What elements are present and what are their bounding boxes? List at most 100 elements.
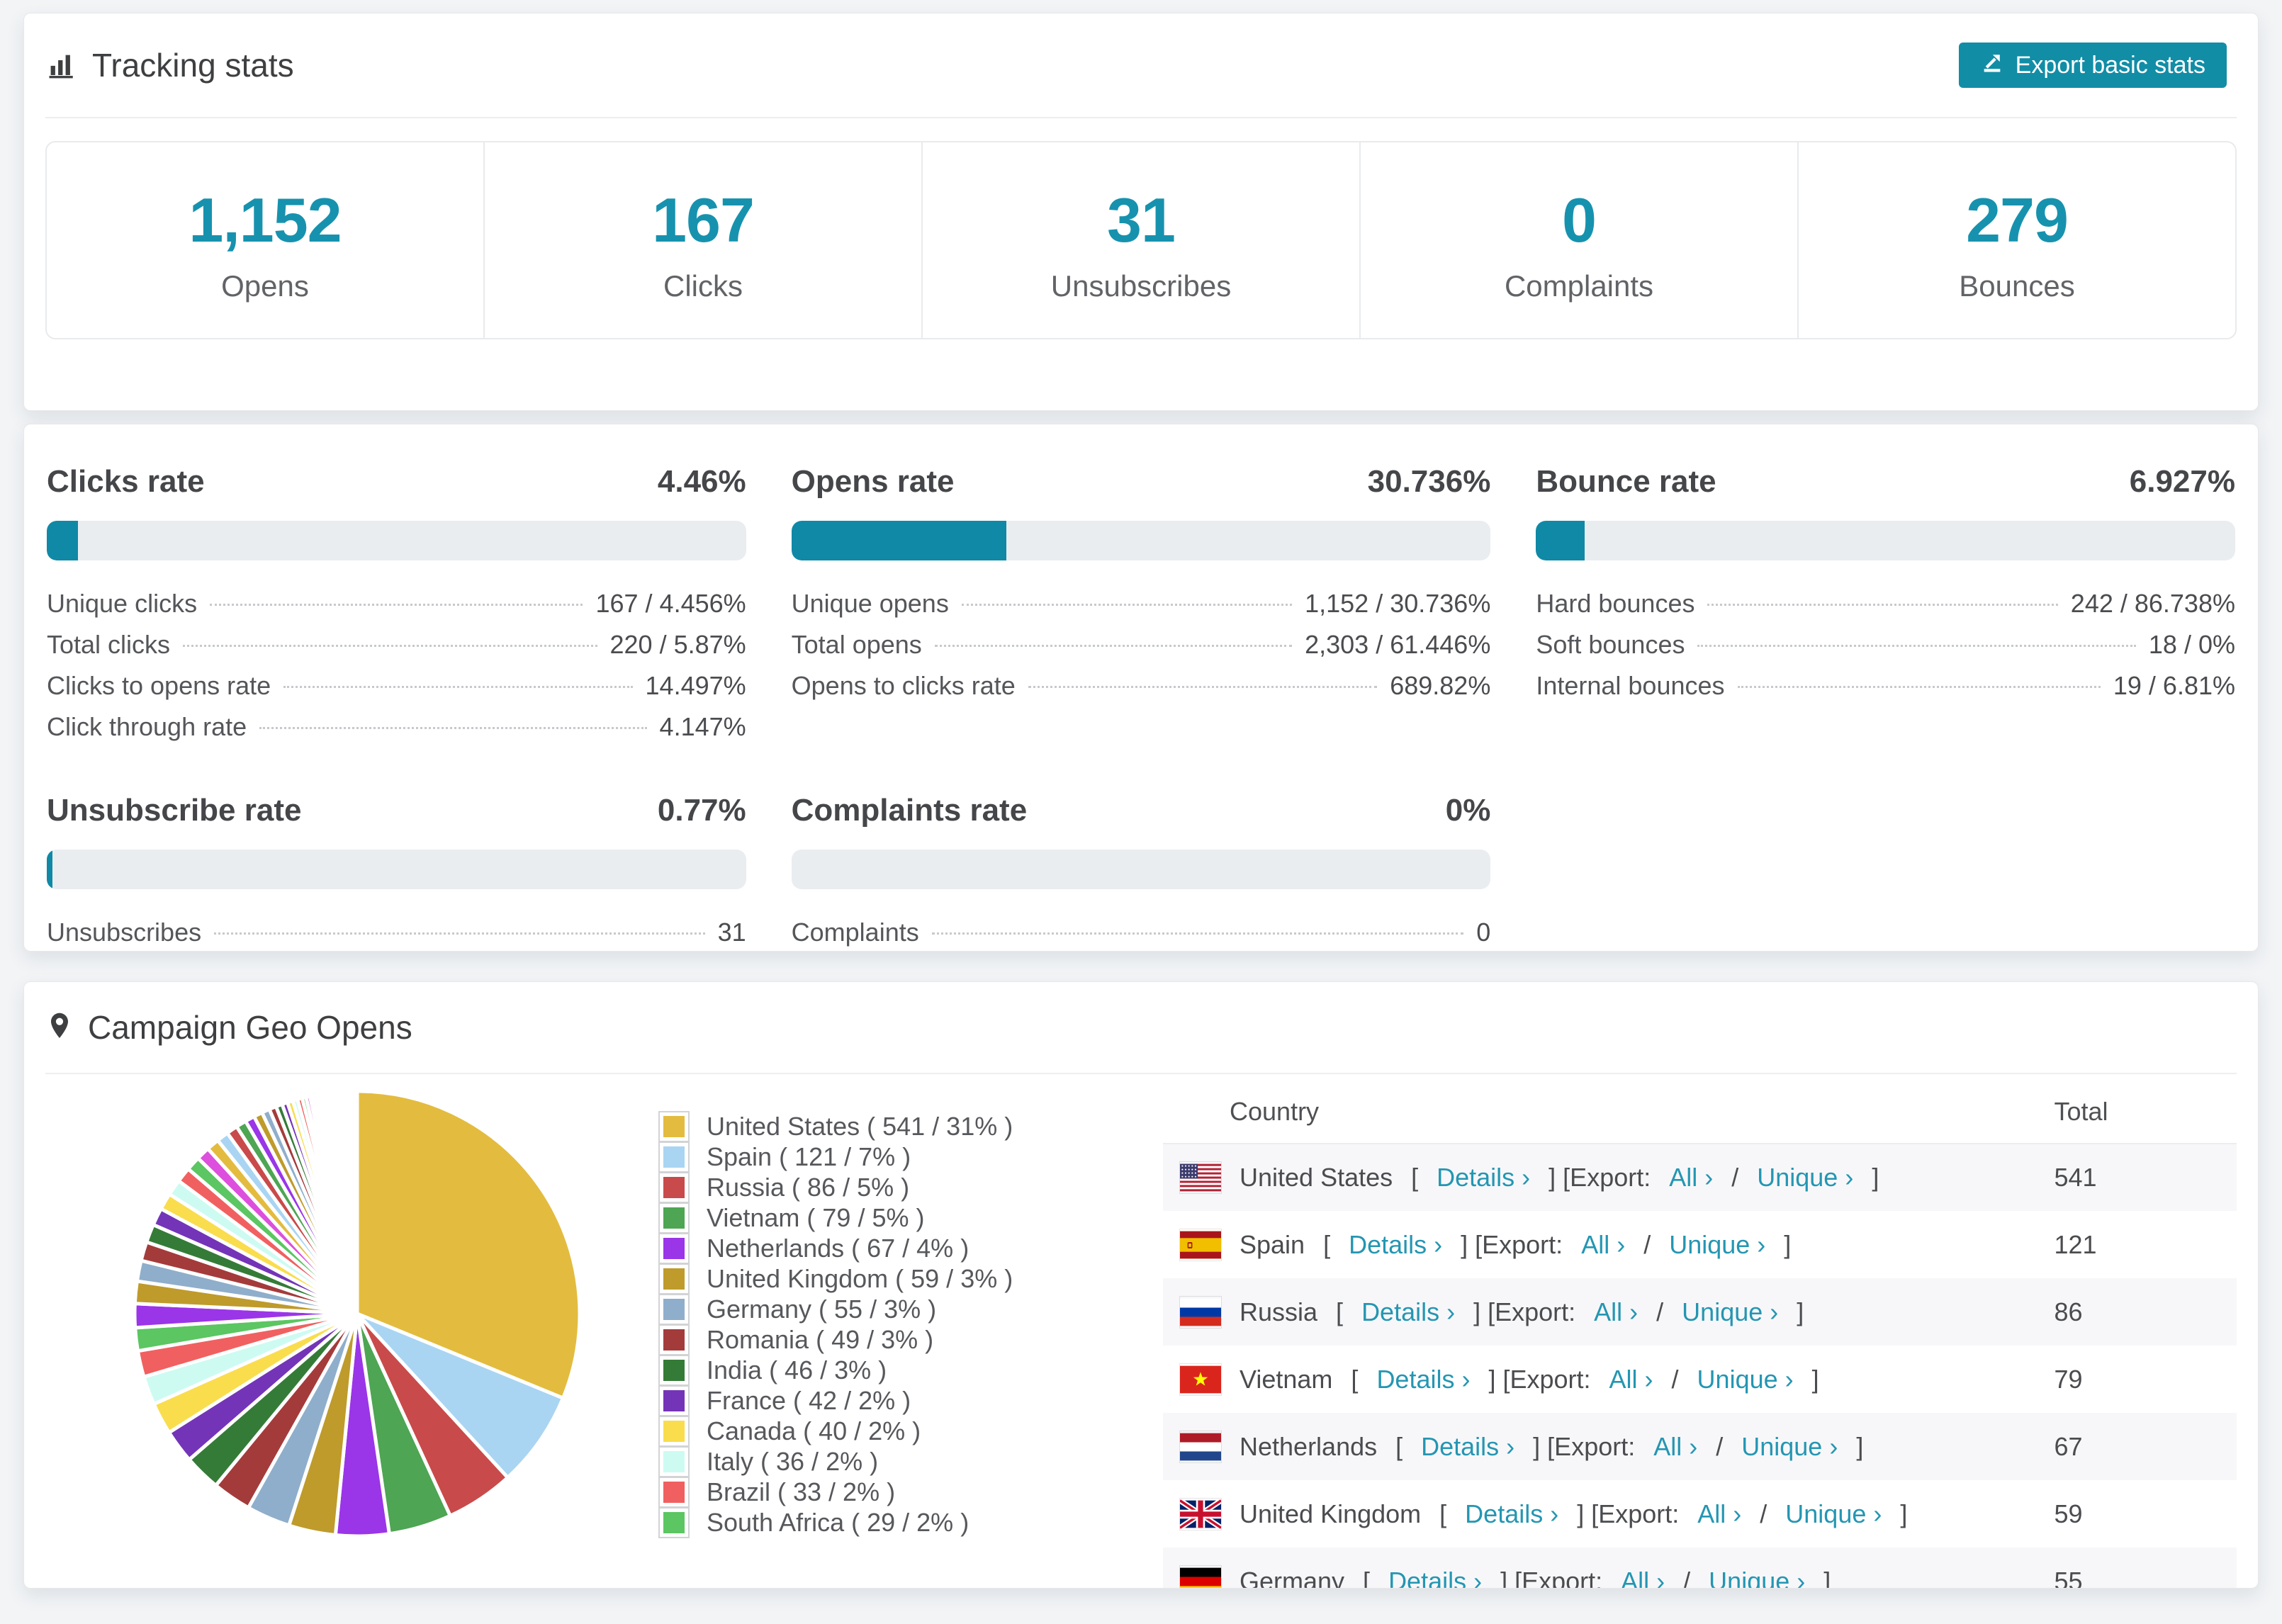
export-unique-link[interactable]: Unique › <box>1669 1230 1765 1260</box>
country-cell-inner: Netherlands [Details ›] [Export: All › /… <box>1180 1431 2054 1462</box>
legend-label: Spain ( 121 / 7% ) <box>707 1141 911 1171</box>
export-all-link[interactable]: All › <box>1594 1297 1638 1327</box>
export-basic-stats-button[interactable]: Export basic stats <box>1958 43 2227 88</box>
export-label-text: ] [Export: <box>1533 1431 1636 1461</box>
country-flag-icon <box>1180 1297 1221 1328</box>
rate-section: Complaints rate 0% Complaints 0 <box>791 793 1491 951</box>
stat-value: 279 <box>1966 185 2069 255</box>
metric-label: Internal bounces <box>1536 671 1725 700</box>
export-icon <box>1980 50 2004 81</box>
export-label-text: ] [Export: <box>1500 1566 1603 1589</box>
export-unique-link[interactable]: Unique › <box>1741 1432 1838 1462</box>
country-cell: United Kingdom [Details ›] [Export: All … <box>1163 1480 2054 1547</box>
progress-fill <box>47 521 78 560</box>
summary-stat-clicks: 167 Clicks <box>485 142 923 338</box>
details-link[interactable]: Details › <box>1349 1230 1442 1260</box>
metric-value: 167 / 4.456% <box>595 589 746 618</box>
slash-text: / <box>1643 1229 1651 1259</box>
metric-value: 19 / 6.81% <box>2113 671 2235 700</box>
details-link[interactable]: Details › <box>1465 1499 1558 1529</box>
bracket-text: [ <box>1351 1364 1359 1394</box>
export-all-link[interactable]: All › <box>1581 1230 1625 1260</box>
rates-card: Clicks rate 4.46% Unique clicks 167 / 4.456… <box>23 424 2259 952</box>
metric-value: 31 <box>717 918 746 947</box>
export-unique-link[interactable]: Unique › <box>1785 1499 1882 1529</box>
export-all-link[interactable]: All › <box>1697 1499 1741 1529</box>
country-cell: Vietnam [Details ›] [Export: All › / Uni… <box>1163 1346 2054 1413</box>
geo-legend: United States ( 541 / 31% ) Spain ( 121 /… <box>658 1110 1013 1538</box>
bracket-text: ] <box>1784 1229 1792 1259</box>
legend-swatch <box>658 1506 690 1538</box>
legend-item: Germany ( 55 / 3% ) <box>658 1293 1013 1325</box>
tracking-stats-card: Tracking stats Export basic stats 1,152 … <box>23 13 2259 411</box>
country-name: Russia <box>1240 1297 1318 1326</box>
map-pin-icon <box>47 1011 72 1044</box>
country-cell-inner: United Kingdom [Details ›] [Export: All … <box>1180 1498 2054 1530</box>
export-all-link[interactable]: All › <box>1609 1365 1653 1394</box>
bracket-text: [ <box>1323 1229 1331 1259</box>
legend-swatch <box>658 1354 690 1386</box>
export-unique-link[interactable]: Unique › <box>1757 1163 1853 1192</box>
export-all-link[interactable]: All › <box>1669 1163 1713 1192</box>
details-link[interactable]: Details › <box>1437 1163 1530 1192</box>
export-all-link[interactable]: All › <box>1653 1432 1697 1462</box>
country-flag-icon <box>1180 1162 1221 1193</box>
metric-row: Hard bounces 242 / 86.738% <box>1536 589 2235 630</box>
export-unique-link[interactable]: Unique › <box>1709 1567 1805 1589</box>
export-unique-link[interactable]: Unique › <box>1697 1365 1794 1394</box>
metric-value: 0 <box>1476 918 1491 947</box>
details-link[interactable]: Details › <box>1421 1432 1514 1462</box>
metric-label: Clicks to opens rate <box>47 671 271 700</box>
legend-swatch <box>658 1232 690 1264</box>
metric-row: Internal bounces 19 / 6.81% <box>1536 671 2235 712</box>
total-value: 67 <box>2054 1431 2083 1461</box>
slash-text: / <box>1683 1566 1691 1589</box>
geo-table: Country Total United States [Details ›] … <box>1163 1080 2237 1589</box>
details-link[interactable]: Details › <box>1361 1297 1455 1327</box>
export-label-text: ] [Export: <box>1461 1229 1563 1259</box>
total-value: 59 <box>2054 1499 2083 1528</box>
metric-label: Opens to clicks rate <box>791 671 1016 700</box>
country-name: Spain <box>1240 1229 1305 1259</box>
country-cell: Russia [Details ›] [Export: All › / Uniq… <box>1163 1278 2054 1346</box>
legend-swatch <box>658 1110 690 1142</box>
metric-leader <box>283 686 633 688</box>
legend-label: Romania ( 49 / 3% ) <box>707 1324 934 1354</box>
metric-row: Total opens 2,303 / 61.446% <box>792 630 1491 671</box>
country-name: United Kingdom <box>1240 1499 1422 1528</box>
rates-grid: Clicks rate 4.46% Unique clicks 167 / 4.456… <box>24 424 2258 951</box>
bracket-text: ] <box>1823 1566 1831 1589</box>
legend-label: Italy ( 36 / 2% ) <box>707 1446 879 1476</box>
metric-label: Soft bounces <box>1536 630 1685 659</box>
export-all-link[interactable]: All › <box>1621 1567 1665 1589</box>
country-flag-icon <box>1180 1566 1221 1588</box>
table-row: United Kingdom [Details ›] [Export: All … <box>1163 1480 2237 1547</box>
metric-label: Click through rate <box>47 712 247 741</box>
metric-leader <box>259 727 647 729</box>
metric-value: 2,303 / 61.446% <box>1305 630 1491 659</box>
legend-swatch <box>658 1476 690 1508</box>
pie-slice[interactable] <box>354 1089 359 1316</box>
stat-label: Complaints <box>1504 269 1654 303</box>
stat-label: Opens <box>221 269 309 303</box>
legend-label: United Kingdom ( 59 / 3% ) <box>707 1263 1013 1293</box>
metric-label: Total opens <box>791 630 922 659</box>
bracket-text: [ <box>1363 1566 1371 1589</box>
country-flag-icon <box>1180 1431 1221 1462</box>
rate-value: 30.736% <box>1367 464 1491 499</box>
metric-leader <box>183 645 597 647</box>
table-row: Netherlands [Details ›] [Export: All › /… <box>1163 1413 2237 1480</box>
metric-label: Unique opens <box>791 589 949 618</box>
total-value: 79 <box>2054 1364 2083 1394</box>
bar-chart-icon <box>47 50 77 80</box>
geo-pie-chart <box>130 1087 584 1540</box>
legend-swatch <box>658 1141 690 1173</box>
progress-bar <box>791 850 1491 889</box>
legend-item: Netherlands ( 67 / 4% ) <box>658 1232 1013 1264</box>
progress-bar <box>47 521 746 560</box>
legend-label: Canada ( 40 / 2% ) <box>707 1416 921 1445</box>
table-row: Russia [Details ›] [Export: All › / Uniq… <box>1163 1278 2237 1346</box>
details-link[interactable]: Details › <box>1388 1567 1482 1589</box>
details-link[interactable]: Details › <box>1376 1365 1470 1394</box>
export-unique-link[interactable]: Unique › <box>1682 1297 1778 1327</box>
